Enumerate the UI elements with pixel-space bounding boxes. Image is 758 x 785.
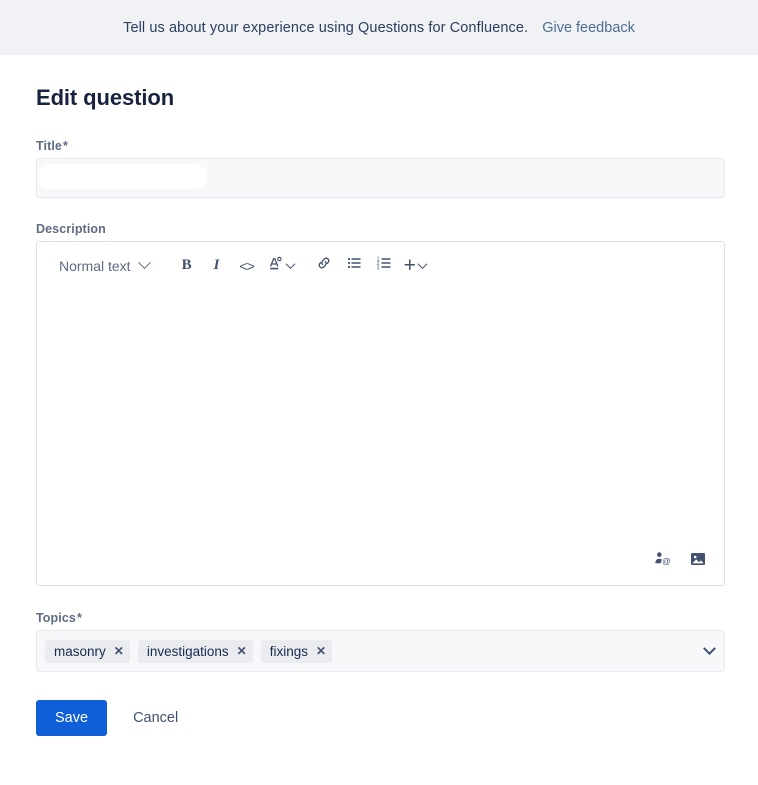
remove-topic-icon[interactable]: ✕ [237,645,247,657]
edit-question-form: Edit question Title* Description Normal … [0,55,758,736]
description-editor: Normal text B I <> 1 2 3 + @ [36,241,725,586]
text-color-dropdown[interactable] [263,252,298,280]
mention-icon: @ [653,550,671,573]
title-required-marker: * [62,139,68,153]
text-style-dropdown[interactable]: Normal text [49,251,157,281]
topics-field-label: Topics* [36,611,722,625]
chevron-down-icon [417,259,428,270]
title-input[interactable] [36,158,725,198]
topic-tag-label: fixings [269,643,308,659]
give-feedback-link[interactable]: Give feedback [542,20,635,36]
feedback-banner: Tell us about your experience using Ques… [0,0,758,55]
description-editor-body[interactable]: @ [37,289,724,585]
plus-icon: + [403,254,416,277]
topics-select[interactable]: masonry ✕ investigations ✕ fixings ✕ [36,630,725,672]
topics-tag-list: masonry ✕ investigations ✕ fixings ✕ [45,639,695,663]
chevron-down-icon[interactable] [703,641,716,655]
chevron-down-icon [137,256,151,270]
code-button[interactable]: <> [233,252,261,280]
numbered-list-icon: 1 2 3 [376,255,392,276]
save-button[interactable]: Save [36,700,108,736]
mention-button[interactable]: @ [650,549,674,573]
italic-button[interactable]: I [203,252,231,280]
form-actions: Save Cancel [36,700,722,736]
bullet-list-icon [346,255,362,276]
remove-topic-icon[interactable]: ✕ [316,645,326,657]
remove-topic-icon[interactable]: ✕ [114,645,124,657]
editor-quick-actions: @ [650,549,710,573]
title-field-label: Title* [36,139,722,153]
topic-tag[interactable]: investigations ✕ [137,639,253,663]
page-title: Edit question [36,85,175,110]
text-color-icon [267,255,284,277]
link-icon [316,255,332,276]
topic-tag-label: masonry [54,643,106,659]
description-field-label: Description [36,222,722,236]
chevron-down-icon [285,259,296,270]
description-label-text: Description [36,222,106,236]
topics-label-text: Topics [36,611,76,625]
topic-tag-label: investigations [146,643,229,659]
insert-menu-dropdown[interactable]: + [400,252,430,280]
editor-toolbar: Normal text B I <> 1 2 3 + [37,242,724,289]
title-input-wrapper [36,158,725,198]
image-icon [689,550,707,573]
feedback-banner-text: Tell us about your experience using Ques… [123,19,529,36]
topics-required-marker: * [76,611,82,625]
svg-text:@: @ [662,556,671,566]
insert-image-button[interactable] [686,549,710,573]
topic-tag[interactable]: masonry ✕ [45,639,130,663]
cancel-button[interactable]: Cancel [125,700,186,736]
bold-button[interactable]: B [173,252,201,280]
svg-text:3: 3 [376,266,379,271]
numbered-list-button[interactable]: 1 2 3 [370,252,398,280]
topic-tag[interactable]: fixings ✕ [260,639,333,663]
link-button[interactable] [310,252,338,280]
text-style-label: Normal text [59,257,131,274]
bullet-list-button[interactable] [340,252,368,280]
title-label-text: Title [36,139,62,153]
